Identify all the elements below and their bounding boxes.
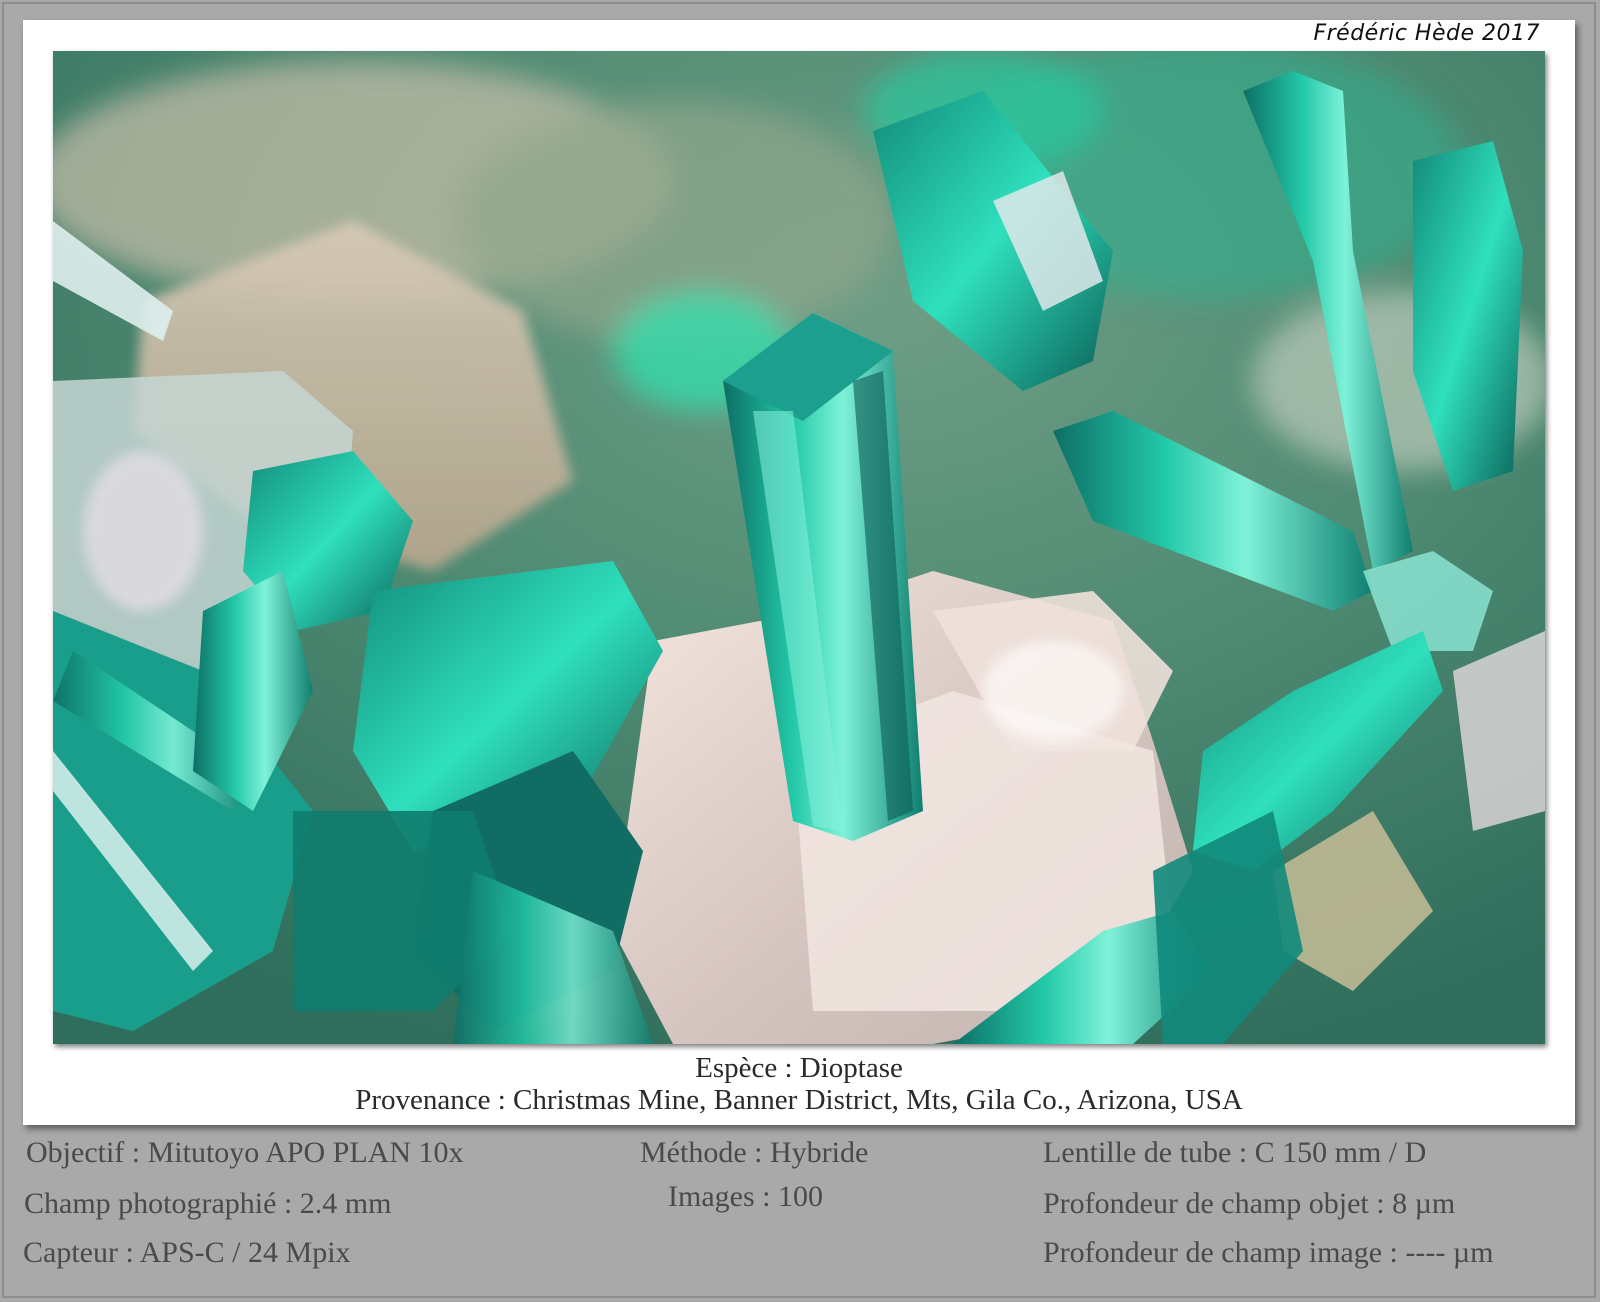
tube-lens-spec: Lentille de tube : C 150 mm / D — [1043, 1136, 1427, 1169]
image-dof-spec: Profondeur de champ image : ---- µm — [1043, 1236, 1494, 1269]
dioptase-crystal-photo — [53, 51, 1545, 1044]
sensor-spec: Capteur : APS-C / 24 Mpix — [23, 1236, 351, 1269]
objective-spec: Objectif : Mitutoyo APO PLAN 10x — [26, 1136, 464, 1169]
photographer-signature: Frédéric Hède 2017 — [1313, 21, 1540, 46]
images-spec: Images : 100 — [668, 1180, 823, 1213]
method-spec: Méthode : Hybride — [640, 1136, 869, 1169]
mineral-photo — [53, 51, 1545, 1044]
provenance-caption: Provenance : Christmas Mine, Banner Dist… — [355, 1084, 1243, 1116]
object-dof-spec: Profondeur de champ objet : 8 µm — [1043, 1187, 1456, 1220]
species-caption: Espèce : Dioptase — [695, 1052, 903, 1084]
field-spec: Champ photographié : 2.4 mm — [24, 1187, 392, 1220]
